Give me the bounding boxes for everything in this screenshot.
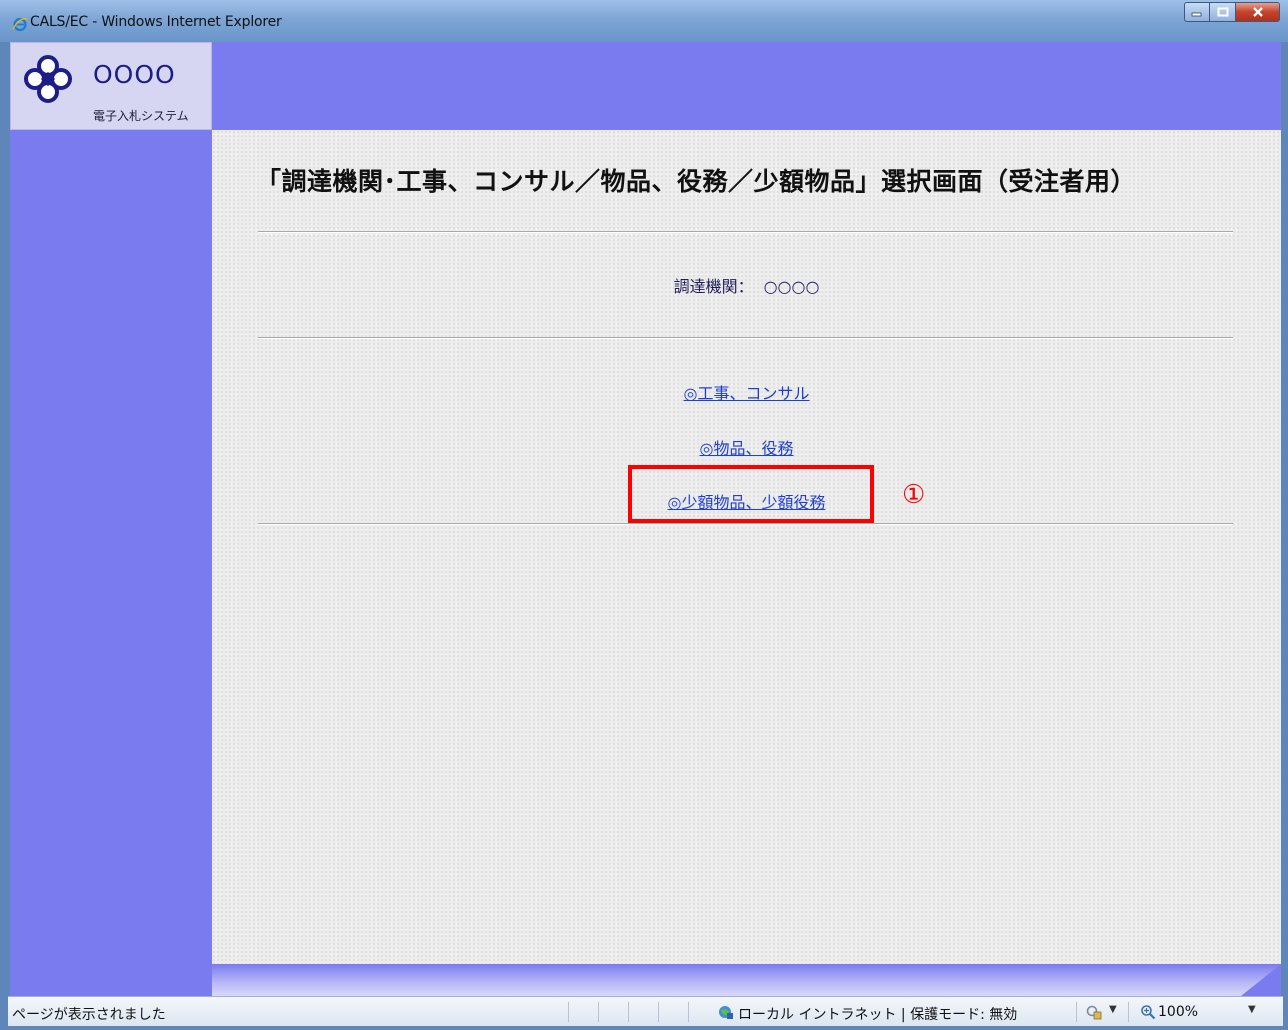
procurement-org-label: 調達機関： (673, 277, 754, 296)
page-content: OOOO 電子入札システム 「調達機関･工事、コンサル／物品、役務／少額物品」選… (10, 42, 1281, 996)
status-separator (1128, 1002, 1129, 1022)
close-icon (1252, 7, 1263, 17)
header-band (212, 42, 1281, 130)
ie-icon (12, 17, 28, 32)
security-zone-text[interactable]: ローカル イントラネット | 保護モード: 無効 (738, 1004, 1017, 1024)
dropdown-arrow-icon[interactable]: ▼ (1109, 1004, 1117, 1015)
browser-window: CALS/EC - Windows Internet Explorer OOOO… (0, 0, 1288, 1030)
divider (258, 523, 1233, 525)
window-controls (1184, 2, 1280, 22)
logo-area: OOOO 電子入札システム (10, 42, 212, 130)
minimize-icon (1191, 12, 1202, 17)
dropdown-arrow-icon[interactable]: ▼ (1248, 1004, 1256, 1015)
status-separator (688, 1002, 689, 1022)
logo-mark-icon (24, 55, 72, 103)
logo-system-name: 電子入札システム (93, 109, 189, 123)
footer-band (212, 964, 1281, 996)
left-sidebar (10, 42, 212, 996)
divider (258, 337, 1233, 339)
status-separator (1076, 1002, 1077, 1022)
zoom-level[interactable]: 100% (1158, 1004, 1198, 1020)
construction-consultant-link[interactable]: ◎工事、コンサル (684, 384, 810, 403)
minimize-button[interactable] (1184, 2, 1210, 22)
goods-services-link[interactable]: ◎物品、役務 (700, 439, 794, 458)
status-separator (598, 1002, 599, 1022)
highlight-box (628, 465, 874, 523)
footer-notch (1241, 964, 1281, 996)
procurement-org-value: ○○○○ (763, 277, 820, 296)
procurement-org-line: 調達機関： ○○○○ (212, 273, 1281, 297)
divider (258, 231, 1233, 233)
close-button[interactable] (1236, 2, 1280, 22)
status-bar: ページが表示されました ローカル イントラネット | 保護モード: 無効 ▼ 1… (8, 996, 1283, 1026)
maximize-button[interactable] (1210, 2, 1236, 22)
link-row: ◎工事、コンサル (212, 380, 1281, 404)
window-title: CALS/EC - Windows Internet Explorer (30, 14, 282, 30)
main-panel: 「調達機関･工事、コンサル／物品、役務／少額物品」選択画面（受注者用） 調達機関… (212, 130, 1281, 964)
title-bar[interactable]: CALS/EC - Windows Internet Explorer (0, 0, 1288, 42)
zoom-icon[interactable] (1140, 1004, 1156, 1020)
annotation-marker: ① (902, 480, 926, 510)
logo-org-name: OOOO (93, 60, 176, 89)
status-separator (628, 1002, 629, 1022)
protected-mode-icon[interactable] (1086, 1004, 1102, 1020)
status-separator (568, 1002, 569, 1022)
page-title: 「調達機関･工事、コンサル／物品、役務／少額物品」選択画面（受注者用） (256, 167, 1137, 196)
maximize-icon (1217, 7, 1228, 17)
status-separator (658, 1002, 659, 1022)
link-row: ◎物品、役務 (212, 435, 1281, 459)
intranet-zone-icon[interactable] (718, 1004, 734, 1020)
status-text: ページが表示されました (12, 1007, 166, 1023)
